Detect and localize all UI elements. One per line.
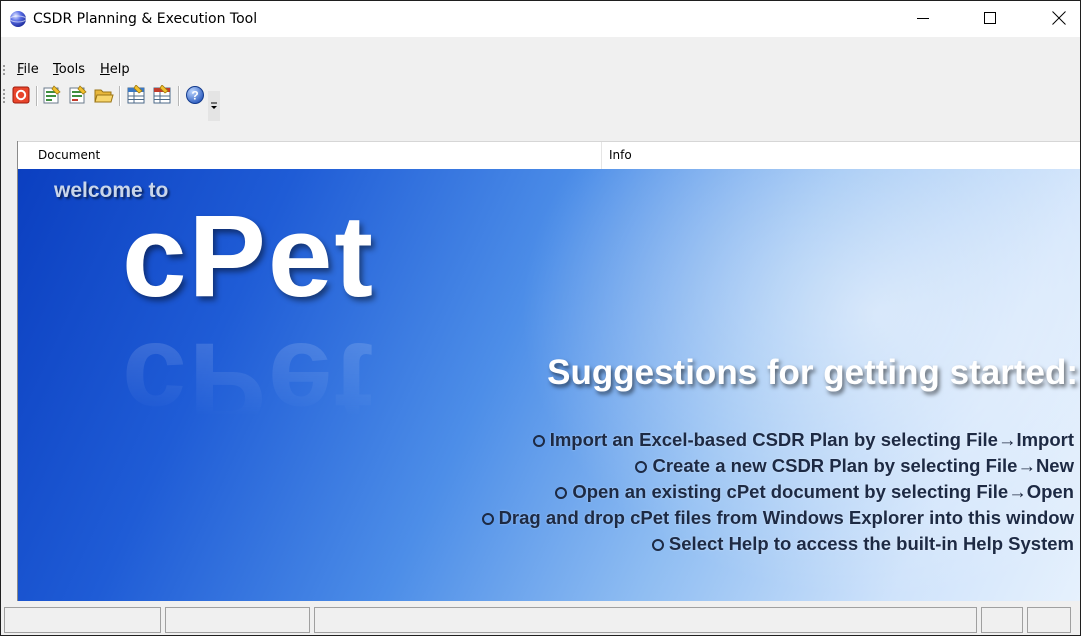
suggestions-list: Import an Excel-based CSDR Plan by selec… bbox=[481, 427, 1074, 557]
new-plan-button[interactable] bbox=[41, 84, 63, 108]
cpet-logo: cPet bbox=[122, 191, 376, 321]
menu-tools[interactable]: Tools bbox=[53, 60, 85, 80]
toolbar-separator bbox=[36, 86, 38, 106]
help-button[interactable]: ? bbox=[184, 85, 206, 107]
title-bar[interactable]: CSDR Planning & Execution Tool bbox=[1, 1, 1080, 37]
suggestion-item: Select Help to access the built-in Help … bbox=[482, 531, 1074, 557]
menu-grip[interactable] bbox=[3, 64, 6, 77]
circle-bullet-icon bbox=[635, 461, 648, 473]
close-icon bbox=[1052, 10, 1066, 28]
toolbar-overflow-button[interactable] bbox=[208, 91, 220, 121]
welcome-banner: welcome to cPet cPet Suggestions for get… bbox=[18, 169, 1080, 601]
toolbar-separator bbox=[119, 86, 121, 106]
export-table-button[interactable] bbox=[151, 83, 173, 108]
menu-help[interactable]: Help bbox=[100, 60, 130, 80]
suggestion-item: Drag and drop cPet files from Windows Ex… bbox=[481, 505, 1074, 531]
column-header-document[interactable]: Document bbox=[38, 142, 100, 169]
new-plan-alt-button[interactable] bbox=[67, 84, 89, 108]
status-panel-1 bbox=[4, 607, 161, 633]
window-title: CSDR Planning & Execution Tool bbox=[33, 11, 258, 27]
toolbar-separator bbox=[178, 86, 180, 106]
maximize-button[interactable] bbox=[967, 1, 1013, 37]
maximize-icon bbox=[984, 11, 996, 27]
suggestion-item: Create a new CSDR Plan by selecting File… bbox=[482, 453, 1074, 479]
status-panel-4 bbox=[981, 607, 1023, 633]
minimize-icon bbox=[917, 12, 929, 27]
toolbar-grip[interactable] bbox=[3, 88, 6, 105]
status-panel-3 bbox=[314, 607, 977, 633]
status-bar bbox=[1, 604, 1080, 635]
minimize-button[interactable] bbox=[900, 1, 946, 37]
logo-reflection: cPet bbox=[122, 319, 376, 449]
new-plan-icon bbox=[42, 84, 62, 108]
new-plan-alt-icon bbox=[68, 84, 88, 108]
stop-button[interactable] bbox=[10, 85, 32, 107]
suggestion-item: Import an Excel-based CSDR Plan by selec… bbox=[482, 427, 1074, 453]
suggestion-item: Open an existing cPet document by select… bbox=[482, 479, 1074, 505]
app-window: CSDR Planning & Execution Tool File Tool… bbox=[0, 0, 1081, 636]
circle-bullet-icon bbox=[532, 435, 545, 447]
column-header-info[interactable]: Info bbox=[609, 142, 632, 169]
circle-bullet-icon bbox=[555, 487, 568, 499]
status-panel-2 bbox=[165, 607, 310, 633]
status-panel-5 bbox=[1027, 607, 1071, 633]
column-divider[interactable] bbox=[601, 142, 602, 169]
svg-text:?: ? bbox=[191, 88, 198, 102]
menu-bar: File Tools Help bbox=[1, 57, 1080, 83]
export-table-icon bbox=[152, 83, 172, 108]
toolbar-overflow-icon bbox=[210, 99, 218, 114]
circle-bullet-icon bbox=[651, 539, 664, 551]
import-table-button[interactable] bbox=[125, 83, 147, 108]
circle-bullet-icon bbox=[481, 513, 494, 525]
list-column-header: Document Info bbox=[18, 141, 1080, 170]
import-table-icon bbox=[126, 83, 146, 108]
open-folder-button[interactable] bbox=[93, 85, 115, 107]
blue-globe-icon bbox=[9, 10, 27, 28]
suggestions-heading: Suggestions for getting started: bbox=[547, 353, 1078, 392]
help-icon: ? bbox=[185, 85, 205, 108]
stop-icon bbox=[12, 86, 30, 107]
open-folder-icon bbox=[94, 85, 114, 108]
menu-file[interactable]: File bbox=[17, 60, 39, 80]
close-button[interactable] bbox=[1036, 1, 1080, 37]
toolbar: ? bbox=[1, 83, 1080, 137]
